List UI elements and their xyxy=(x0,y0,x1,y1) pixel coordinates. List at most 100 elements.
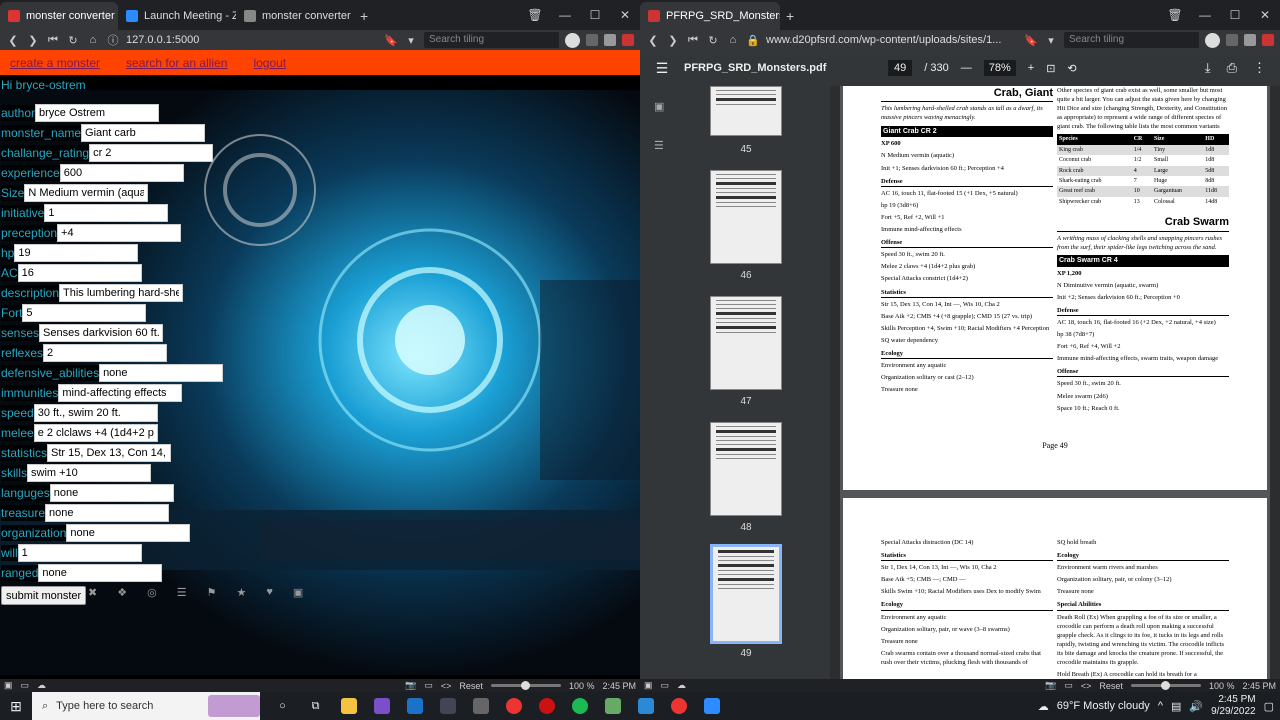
print-icon[interactable]: ⎙ xyxy=(1227,60,1237,76)
page-thumbnail[interactable] xyxy=(710,422,782,516)
minimize-icon[interactable]: — xyxy=(550,0,580,30)
fit-page-icon[interactable]: ⊡ xyxy=(1046,62,1055,75)
tab-pdf[interactable]: PFRPG_SRD_Monsters.pdf✕ xyxy=(640,2,780,30)
field-input[interactable] xyxy=(66,524,191,542)
thumbnails-icon[interactable]: ▣ xyxy=(654,100,664,113)
trash-icon[interactable]: 🗑 xyxy=(520,0,550,30)
page-thumbnail[interactable] xyxy=(710,296,782,390)
lock-icon[interactable]: 🔒 xyxy=(746,34,760,47)
submit-monster-button[interactable]: submit monster xyxy=(1,586,87,605)
vivaldi-icon-2[interactable] xyxy=(662,692,695,720)
page-thumbnail[interactable] xyxy=(710,170,782,264)
menu-icon[interactable]: ☰ xyxy=(640,60,684,77)
rotate-icon[interactable]: ⟲ xyxy=(1067,62,1076,75)
field-input[interactable] xyxy=(22,304,147,322)
app-icon-3[interactable] xyxy=(596,692,629,720)
camera-icon[interactable]: 📷 xyxy=(405,680,416,691)
field-input[interactable] xyxy=(27,464,151,482)
field-input[interactable] xyxy=(49,484,174,502)
field-input[interactable] xyxy=(43,344,168,362)
outline-icon[interactable]: ☰ xyxy=(654,139,664,152)
window-icon-2[interactable]: ▭ xyxy=(424,680,433,691)
avatar[interactable] xyxy=(1205,32,1220,48)
back-icon[interactable]: ❮ xyxy=(6,34,20,47)
search-field[interactable]: Search tiling xyxy=(1064,32,1199,48)
dropdown-icon[interactable]: ▾ xyxy=(404,34,418,47)
url-field[interactable]: 127.0.0.1:5000 xyxy=(126,34,378,46)
window-icon[interactable]: ▭ xyxy=(21,680,30,691)
field-input[interactable] xyxy=(44,204,169,222)
task-view-icon[interactable]: ⧉ xyxy=(299,692,332,720)
url-field[interactable]: www.d20pfsrd.com/wp-content/uploads/site… xyxy=(766,34,1018,46)
pdf-scrollbar[interactable] xyxy=(1270,86,1280,679)
notification-icon[interactable]: ▢ xyxy=(1264,700,1274,713)
nav-logout[interactable]: logout xyxy=(253,56,286,70)
code-icon[interactable]: <> xyxy=(1081,681,1092,691)
maximize-icon[interactable]: ☐ xyxy=(1220,0,1250,30)
field-input[interactable] xyxy=(45,504,170,522)
extension-icon[interactable] xyxy=(586,34,598,46)
page-thumbnail[interactable] xyxy=(710,86,782,136)
reset-label[interactable]: Reset xyxy=(459,681,483,691)
nav-search-alien[interactable]: search for an allien xyxy=(126,56,227,70)
extension-icon-3[interactable] xyxy=(622,34,634,46)
window-icon[interactable]: ▭ xyxy=(661,680,670,691)
app-icon-1[interactable] xyxy=(365,692,398,720)
tray-chevron-icon[interactable]: ^ xyxy=(1158,700,1163,712)
minimize-icon[interactable]: — xyxy=(1190,0,1220,30)
reset-label[interactable]: Reset xyxy=(1099,681,1123,691)
field-input[interactable] xyxy=(17,264,142,282)
panel-icon[interactable]: ▣ xyxy=(4,680,13,691)
zoom-app-icon[interactable] xyxy=(695,692,728,720)
zoom-in-icon[interactable]: + xyxy=(1028,62,1034,74)
field-input[interactable] xyxy=(14,244,139,262)
vivaldi-icon[interactable] xyxy=(497,692,530,720)
first-icon[interactable]: ⏮ xyxy=(686,34,700,47)
home-icon[interactable]: ⌂ xyxy=(726,34,740,46)
field-input[interactable] xyxy=(99,364,224,382)
field-input[interactable] xyxy=(24,184,149,202)
more-icon[interactable]: ⋮ xyxy=(1253,60,1266,76)
tab-zoom[interactable]: Launch Meeting - Zoom✕ xyxy=(118,2,236,30)
back-icon[interactable]: ❮ xyxy=(646,34,660,47)
reload-icon[interactable]: ↻ xyxy=(706,34,720,47)
search-field[interactable]: Search tiling xyxy=(424,32,559,48)
forward-icon[interactable]: ❯ xyxy=(666,34,680,47)
close-window-icon[interactable]: ✕ xyxy=(1250,0,1280,30)
file-explorer-icon[interactable] xyxy=(332,692,365,720)
field-input[interactable] xyxy=(58,384,183,402)
first-icon[interactable]: ⏮ xyxy=(46,34,60,47)
page-thumbnail-selected[interactable] xyxy=(710,544,782,644)
field-input[interactable] xyxy=(39,324,164,342)
field-input[interactable] xyxy=(57,224,182,242)
cortana-icon[interactable]: ○ xyxy=(266,692,299,720)
field-input[interactable] xyxy=(47,444,172,462)
field-input[interactable] xyxy=(59,164,184,182)
home-icon[interactable]: ⌂ xyxy=(86,34,100,46)
camera-icon[interactable]: 📷 xyxy=(1045,680,1056,691)
vscode-icon[interactable] xyxy=(629,692,662,720)
close-window-icon[interactable]: ✕ xyxy=(610,0,640,30)
download-icon[interactable]: ⤓ xyxy=(1205,60,1211,76)
zoom-out-icon[interactable]: — xyxy=(961,62,972,74)
field-input[interactable] xyxy=(38,564,163,582)
cloud-icon[interactable]: ☁ xyxy=(677,680,686,691)
weather-text[interactable]: 69°F Mostly cloudy xyxy=(1057,700,1150,712)
zoom-input[interactable]: 78% xyxy=(983,60,1016,76)
spotify-icon[interactable] xyxy=(563,692,596,720)
shield-icon[interactable] xyxy=(464,692,497,720)
new-tab-icon[interactable]: + xyxy=(354,8,374,30)
weather-icon[interactable]: ☁ xyxy=(1038,700,1049,713)
maximize-icon[interactable]: ☐ xyxy=(580,0,610,30)
extension-icon[interactable] xyxy=(1226,34,1238,46)
trash-icon[interactable]: 🗑 xyxy=(1160,0,1190,30)
thumbnail-scrollbar[interactable] xyxy=(830,86,840,679)
tab-monster-converter[interactable]: monster converter✕ xyxy=(0,2,118,30)
bookmark-icon[interactable]: 🔖 xyxy=(384,34,398,47)
avatar[interactable] xyxy=(565,32,580,48)
taskbar-search[interactable]: ⌕ Type here to search xyxy=(32,692,260,720)
network-icon[interactable]: ▤ xyxy=(1171,700,1181,713)
field-input[interactable] xyxy=(33,424,158,442)
code-icon[interactable]: <> xyxy=(441,681,452,691)
reload-icon[interactable]: ↻ xyxy=(66,34,80,47)
